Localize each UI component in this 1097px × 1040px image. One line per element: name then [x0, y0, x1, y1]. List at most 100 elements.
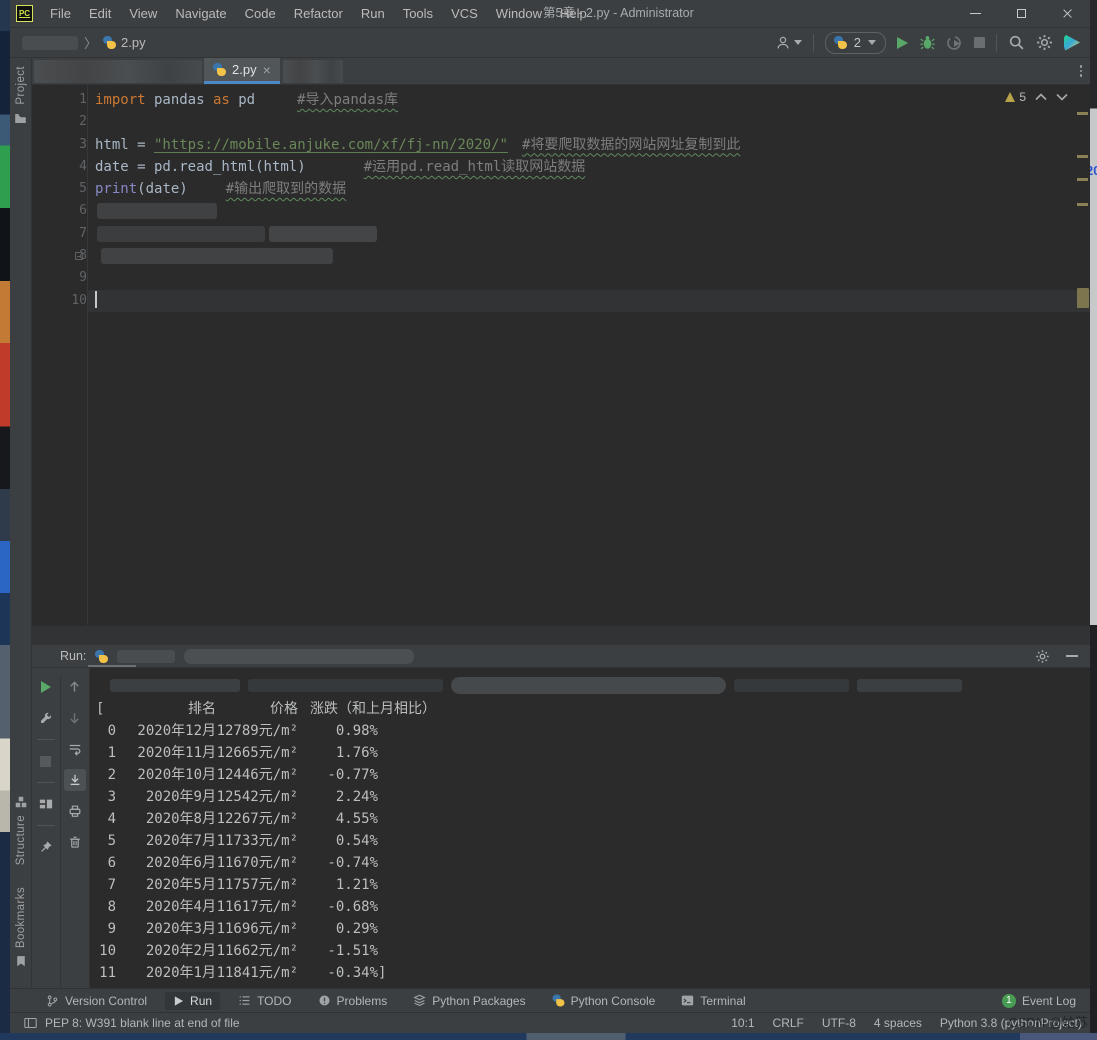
tool-button-run-active[interactable]: Run	[165, 992, 220, 1010]
menu-refactor[interactable]: Refactor	[285, 0, 352, 27]
layout-toggle-icon[interactable]	[24, 1017, 37, 1029]
restore-layout-button[interactable]	[35, 793, 57, 815]
maximize-button[interactable]	[998, 0, 1044, 27]
console-table-row: 12020年11月12665元/m²1.76%	[96, 742, 1090, 764]
breadcrumb-file[interactable]: 2.py	[121, 35, 146, 50]
console-table-row: 52020年7月11733元/m²0.54%	[96, 830, 1090, 852]
warning-mark[interactable]	[1077, 155, 1088, 158]
menu-file[interactable]: File	[41, 0, 80, 27]
navigation-bar: 〉 2.py 2	[10, 28, 1090, 58]
tool-button-label: Terminal	[700, 994, 745, 1008]
tool-button-project[interactable]: Project	[15, 66, 27, 105]
toolbar-divider	[996, 34, 997, 52]
hide-panel-icon[interactable]	[1066, 655, 1078, 657]
tool-button-structure[interactable]: Structure	[15, 815, 27, 865]
scrollbar-thumb[interactable]	[1077, 288, 1089, 308]
menu-code[interactable]: Code	[236, 0, 285, 27]
minimize-button[interactable]	[952, 0, 998, 27]
warning-mark[interactable]	[1077, 112, 1088, 115]
menu-navigate[interactable]: Navigate	[166, 0, 235, 27]
run-tab-name-redacted[interactable]	[117, 650, 175, 663]
pycharm-window: PC File Edit View Navigate Code Refactor…	[10, 0, 1090, 1033]
coverage-button-disabled[interactable]	[947, 35, 963, 51]
run-configuration-selector[interactable]: 2	[825, 32, 886, 54]
tool-button-problems[interactable]: Problems	[310, 992, 396, 1010]
up-stack-trace-button[interactable]	[64, 676, 86, 698]
editor-tab-redacted[interactable]	[283, 60, 343, 83]
stop-button-disabled[interactable]	[35, 750, 57, 772]
rerun-button[interactable]	[35, 676, 57, 698]
status-message[interactable]: PEP 8: W391 blank line at end of file	[45, 1016, 240, 1030]
clear-console-button[interactable]	[64, 831, 86, 853]
code-line-1: importpandasaspd#导入pandas库	[88, 89, 1090, 111]
fold-marker-icon[interactable]	[75, 252, 83, 260]
col-change: 涨跌（和上月相比）	[298, 698, 436, 720]
editor-tab-active[interactable]: 2.py ×	[204, 58, 280, 84]
tool-button-todo[interactable]: TODO	[230, 992, 299, 1010]
caret-position[interactable]: 10:1	[731, 1016, 754, 1030]
warning-mark[interactable]	[1077, 203, 1088, 206]
soft-wrap-button[interactable]	[64, 738, 86, 760]
title-bar: PC File Edit View Navigate Code Refactor…	[10, 0, 1090, 28]
tool-button-bookmarks[interactable]: Bookmarks	[15, 887, 27, 948]
left-tool-window-bar: Project Structure Bookmarks	[10, 58, 32, 988]
terminal-icon	[681, 994, 694, 1007]
cell-change: 0.98%	[298, 720, 378, 742]
tool-button-terminal[interactable]: Terminal	[673, 992, 753, 1010]
tab-close-icon[interactable]: ×	[263, 64, 271, 76]
search-everywhere-button[interactable]	[1008, 34, 1025, 51]
menu-tools[interactable]: Tools	[394, 0, 442, 27]
code-editor[interactable]: 1 2 3 4 5 6 7 8 9 10 importpandasaspd#导入…	[32, 85, 1090, 625]
interpreter[interactable]: Python 3.8 (pythonProject)	[940, 1016, 1082, 1030]
menu-vcs[interactable]: VCS	[442, 0, 487, 27]
col-rank: 排名	[116, 698, 216, 720]
editor-tabs-bar: 2.py ×	[32, 58, 1090, 85]
scroll-to-end-button-active[interactable]	[64, 769, 86, 791]
breadcrumb-separator: 〉	[84, 33, 97, 52]
cell-change: -0.68%	[298, 896, 378, 918]
project-folder-icon	[14, 112, 27, 125]
menu-view[interactable]: View	[120, 0, 166, 27]
error-stripe[interactable]	[1076, 85, 1090, 625]
inspections-widget[interactable]: 5	[1005, 90, 1068, 104]
string-url[interactable]: "https://mobile.anjuke.com/xf/fj-nn/2020…	[154, 137, 508, 153]
console-table-row: 02020年12月12789元/m²0.98%	[96, 720, 1090, 742]
tabs-options-icon[interactable]	[1080, 65, 1083, 77]
tool-button-python-packages[interactable]: Python Packages	[405, 992, 533, 1010]
print-button[interactable]	[64, 800, 86, 822]
tool-button-label: Version Control	[65, 994, 147, 1008]
menu-run[interactable]: Run	[352, 0, 394, 27]
pin-tab-button[interactable]	[35, 836, 57, 858]
editor-run-splitter[interactable]	[32, 625, 1090, 645]
debug-button[interactable]	[919, 34, 936, 51]
code-area[interactable]: importpandasaspd#导入pandas库 html="https:/…	[88, 85, 1090, 625]
run-button[interactable]	[897, 37, 908, 49]
packages-icon	[413, 994, 426, 1007]
menu-edit[interactable]: Edit	[80, 0, 120, 27]
close-button[interactable]	[1044, 0, 1090, 27]
cell-price: 12789元/m²	[216, 720, 298, 742]
tool-button-version-control[interactable]: Version Control	[38, 992, 155, 1010]
file-encoding[interactable]: UTF-8	[822, 1016, 856, 1030]
next-problem-icon[interactable]	[1056, 93, 1068, 101]
ide-feature-icon[interactable]	[1064, 35, 1080, 51]
cell-price: 11617元/m²	[216, 896, 298, 918]
warning-mark[interactable]	[1077, 178, 1088, 181]
cell-index: 4	[96, 808, 116, 830]
down-stack-trace-button[interactable]	[64, 707, 86, 729]
menu-window[interactable]: Window	[487, 0, 551, 27]
stop-button-disabled[interactable]	[974, 37, 985, 48]
line-separator[interactable]: CRLF	[773, 1016, 804, 1030]
indent-style[interactable]: 4 spaces	[874, 1016, 922, 1030]
event-log-button[interactable]: 1 Event Log	[1002, 994, 1076, 1008]
edit-configuration-button[interactable]	[35, 707, 57, 729]
editor-gutter[interactable]: 1 2 3 4 5 6 7 8 9 10	[32, 85, 88, 625]
editor-tab-redacted[interactable]	[34, 60, 202, 83]
users-button[interactable]	[775, 35, 802, 51]
cell-month: 2020年8月	[116, 808, 216, 830]
tool-button-python-console[interactable]: Python Console	[544, 992, 664, 1010]
cell-change: 0.54%	[298, 830, 378, 852]
settings-gear-icon[interactable]	[1036, 34, 1053, 51]
run-settings-gear-icon[interactable]	[1035, 649, 1050, 664]
prev-problem-icon[interactable]	[1035, 93, 1047, 101]
